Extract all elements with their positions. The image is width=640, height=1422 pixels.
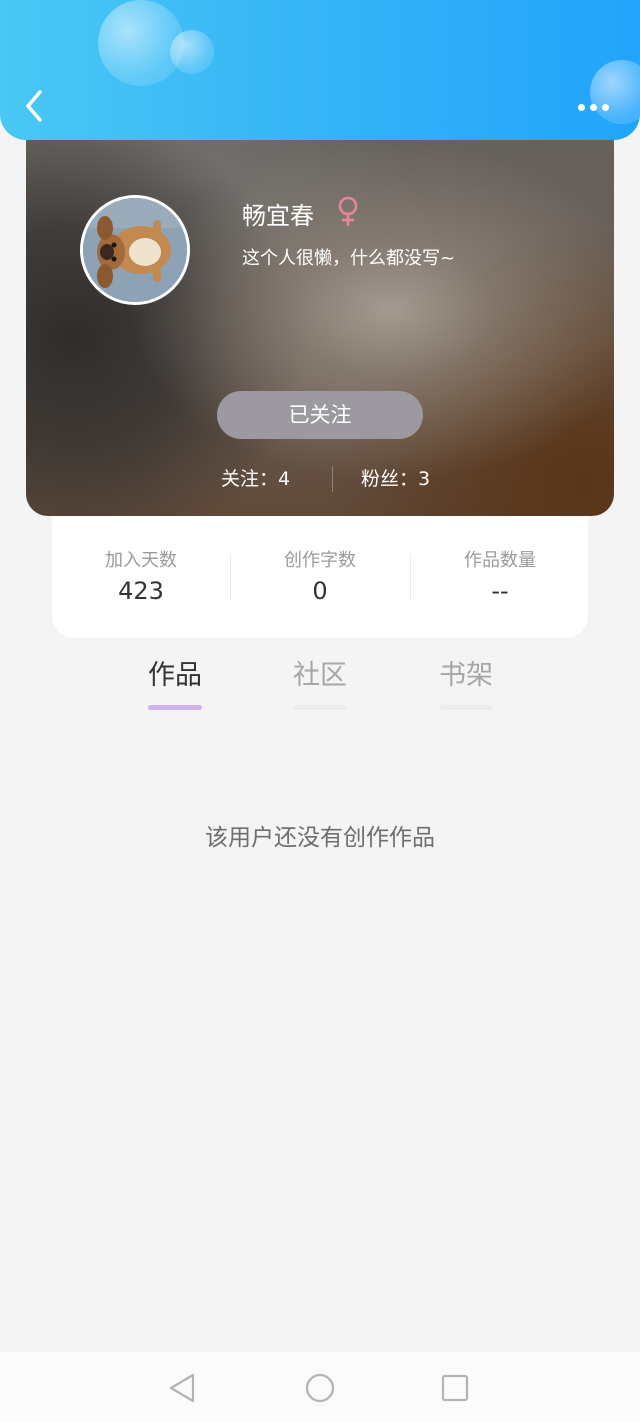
- tab-label: 作品: [148, 660, 202, 691]
- top-header: [0, 0, 640, 140]
- chevron-left-icon: [26, 90, 42, 122]
- followed-button[interactable]: 已关注: [217, 391, 423, 439]
- stat-value: --: [491, 577, 509, 605]
- user-bio: 这个人很懒，什么都没写~: [242, 248, 456, 269]
- divider: [332, 466, 333, 492]
- stat-works-count: 作品数量 --: [411, 548, 589, 608]
- decorative-bubble: [170, 30, 214, 74]
- user-stats-card: 加入天数 423 创作字数 0 作品数量 --: [52, 500, 588, 638]
- more-options-button[interactable]: [570, 92, 616, 122]
- tab-underline: [293, 705, 347, 710]
- tab-works[interactable]: 作品: [130, 652, 220, 710]
- avatar[interactable]: [80, 195, 190, 305]
- stat-join-days: 加入天数 423: [52, 548, 230, 608]
- more-dot-icon: [602, 104, 609, 111]
- stat-value: 423: [118, 577, 164, 605]
- stat-label: 作品数量: [464, 550, 536, 571]
- stat-word-count: 创作字数 0: [231, 548, 409, 608]
- tab-bookshelf[interactable]: 书架: [421, 652, 511, 710]
- system-nav-bar: [0, 1352, 640, 1422]
- tab-label: 社区: [293, 660, 347, 691]
- empty-state-message: 该用户还没有创作作品: [205, 825, 435, 851]
- stat-value: 0: [312, 577, 328, 605]
- more-dot-icon: [590, 104, 597, 111]
- following-count[interactable]: 关注：4: [221, 464, 290, 494]
- tab-underline: [439, 705, 493, 710]
- content-tabs: 作品 社区 书架: [0, 652, 640, 714]
- more-dot-icon: [578, 104, 585, 111]
- system-recents-button[interactable]: [437, 1370, 473, 1406]
- follow-stats: 关注：4 粉丝：3: [26, 464, 614, 494]
- avatar-dog-image: [83, 198, 187, 302]
- tab-label: 书架: [439, 660, 493, 691]
- tab-community[interactable]: 社区: [275, 652, 365, 710]
- stat-label: 加入天数: [105, 550, 177, 571]
- stat-label: 创作字数: [284, 550, 356, 571]
- triangle-back-icon: [169, 1373, 195, 1403]
- square-recents-icon: [441, 1374, 469, 1402]
- tab-underline: [148, 705, 202, 710]
- system-back-button[interactable]: [165, 1370, 201, 1406]
- followers-count[interactable]: 粉丝：3: [361, 464, 430, 494]
- profile-banner: 畅宜春 这个人很懒，什么都没写~ 已关注 关注：4 粉丝：3: [26, 120, 614, 516]
- username: 畅宜春: [242, 202, 314, 230]
- circle-home-icon: [305, 1373, 335, 1403]
- back-button[interactable]: [18, 86, 54, 126]
- female-icon: [336, 196, 360, 228]
- system-home-button[interactable]: [302, 1370, 338, 1406]
